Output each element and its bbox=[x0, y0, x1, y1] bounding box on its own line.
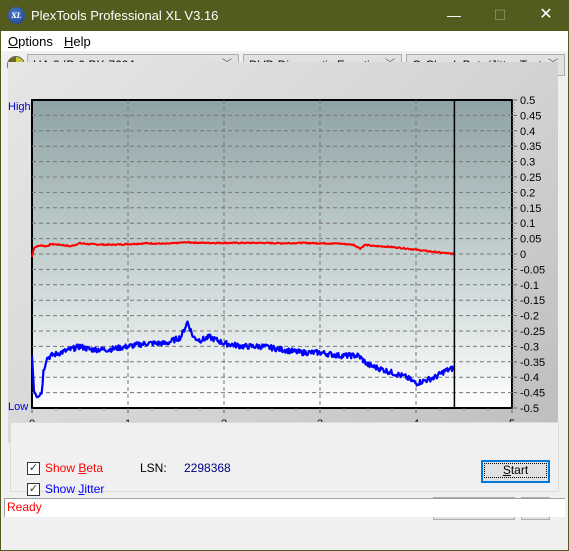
start-button-face: Start bbox=[484, 463, 547, 478]
grid-lines bbox=[32, 100, 512, 408]
y-tick-label: 0.15 bbox=[520, 203, 541, 215]
y-tick-label: 0.4 bbox=[520, 126, 535, 138]
lsn-value: 2298368 bbox=[184, 461, 231, 475]
show-jitter-label[interactable]: Show Jitter bbox=[45, 482, 104, 496]
app-logo-icon: XL bbox=[8, 7, 25, 24]
options-panel: ✓ Show Beta ✓ Show Jitter LSN: 2298368 S… bbox=[10, 422, 559, 520]
show-beta-label-post: eta bbox=[86, 461, 104, 475]
y-tick-label: -0.25 bbox=[520, 326, 545, 338]
show-jitter-checkbox[interactable]: ✓ bbox=[27, 483, 40, 496]
y-tick-label: -0.35 bbox=[520, 357, 545, 369]
y-tick-label: -0.05 bbox=[520, 264, 545, 276]
status-bar: Ready bbox=[4, 498, 565, 517]
y-tick-label: 0.25 bbox=[520, 172, 541, 184]
y-tick-label: -0.5 bbox=[520, 403, 539, 415]
show-jitter-label-post: itter bbox=[84, 482, 105, 496]
high-label: High bbox=[8, 101, 31, 113]
y-tick-label: 0.2 bbox=[520, 187, 535, 199]
y-tick-label: -0.3 bbox=[520, 341, 539, 353]
start-label: tart bbox=[510, 463, 529, 477]
beta-jitter-chart: 0.5 0.45 0.4 0.35 0.3 0.25 0.2 0.15 0.1 0.05 0 -0.0… bbox=[8, 95, 545, 430]
y-tick-label: 0.1 bbox=[520, 218, 535, 230]
start-accel: S bbox=[502, 463, 511, 477]
low-label: Low bbox=[8, 401, 28, 413]
minimize-button[interactable]: — bbox=[431, 0, 477, 31]
y-tick-label: -0.45 bbox=[520, 388, 545, 400]
show-beta-label-pre: Show bbox=[45, 461, 79, 475]
y-tick-label: 0.5 bbox=[520, 95, 535, 107]
lsn-label: LSN: bbox=[140, 461, 167, 475]
y-tick-label: -0.1 bbox=[520, 280, 539, 292]
start-button[interactable]: Start bbox=[481, 460, 550, 483]
y-tick-label: 0.05 bbox=[520, 234, 541, 246]
y-tick-label: 0.35 bbox=[520, 141, 541, 153]
show-jitter-label-pre: Show bbox=[45, 482, 79, 496]
y-tick-label: 0 bbox=[520, 249, 526, 261]
menu-help-label: elp bbox=[73, 34, 91, 49]
close-button[interactable]: ✕ bbox=[523, 0, 569, 31]
y-axis: 0.5 0.45 0.4 0.35 0.3 0.25 0.2 0.15 0.1 0.05 0 -0.0… bbox=[512, 95, 545, 415]
app-window: XL PlexTools Professional XL V3.16 — ☐ ✕… bbox=[0, 0, 569, 551]
y-tick-label: 0.45 bbox=[520, 110, 541, 122]
maximize-button[interactable]: ☐ bbox=[477, 0, 523, 31]
y-tick-label: -0.15 bbox=[520, 295, 545, 307]
window-title: PlexTools Professional XL V3.16 bbox=[31, 8, 219, 23]
show-beta-label[interactable]: Show Beta bbox=[45, 461, 103, 475]
menu-options[interactable]: Options bbox=[8, 34, 53, 49]
y-tick-label: -0.4 bbox=[520, 372, 539, 384]
menu-bar: Options Help bbox=[1, 31, 568, 51]
y-tick-label: -0.2 bbox=[520, 311, 539, 323]
show-beta-checkbox[interactable]: ✓ bbox=[27, 462, 40, 475]
menu-options-label: ptions bbox=[18, 34, 53, 49]
title-bar[interactable]: XL PlexTools Professional XL V3.16 — ☐ ✕ bbox=[0, 0, 569, 31]
y-tick-label: 0.3 bbox=[520, 157, 535, 169]
chart-panel: 0.5 0.45 0.4 0.35 0.3 0.25 0.2 0.15 0.1 0.05 0 -0.0… bbox=[8, 62, 558, 443]
menu-help-accel: H bbox=[64, 34, 74, 49]
menu-options-accel: O bbox=[8, 34, 19, 49]
menu-help[interactable]: Help bbox=[64, 34, 91, 49]
